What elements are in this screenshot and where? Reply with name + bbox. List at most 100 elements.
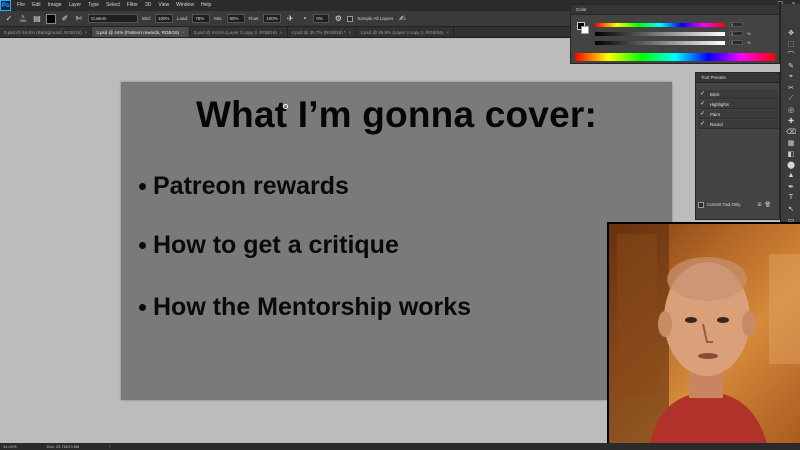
sample-all-layers-checkbox[interactable] xyxy=(347,15,354,22)
dodge-tool-icon[interactable]: ⬤ xyxy=(786,160,796,169)
preset-footer: Current Tool Only ⊞ 🗑 xyxy=(698,200,778,209)
document-tabs: 5.psd @ 46.8% (Background, RGB/16) × 3.ps… xyxy=(0,27,570,38)
doc-size: Doc: 23.7M/23.6M xyxy=(46,444,80,449)
smoothing-icon[interactable]: ◔ xyxy=(299,14,309,24)
menu-image[interactable]: Image xyxy=(48,0,62,11)
healing-tool-icon[interactable]: ⟋ xyxy=(786,94,796,103)
load-brush-icon[interactable]: ✐ xyxy=(60,14,70,24)
preset-label: Brick xyxy=(710,91,720,97)
new-preset-icon[interactable]: ⊞ xyxy=(757,202,761,208)
eraser-tool-icon[interactable]: ⌫ xyxy=(786,127,796,136)
wet-label: Wid: xyxy=(142,16,151,21)
hue-field[interactable]: 0 xyxy=(729,22,743,27)
type-tool-icon[interactable]: T xyxy=(786,193,796,202)
load-field[interactable]: 75% xyxy=(192,14,211,23)
clone-stamp-tool-icon[interactable]: ✚ xyxy=(786,116,796,125)
gradient-tool-icon[interactable]: ▦ xyxy=(786,138,796,147)
doc-tab-label: 3.psd @ 45.8% (Layer 3 copy 2, RGB/16) xyxy=(360,29,444,35)
menu-edit[interactable]: Edit xyxy=(32,0,41,11)
menu-type[interactable]: Type xyxy=(88,0,99,11)
preset-item[interactable]: ✓ Highlights xyxy=(698,100,778,109)
preset-label: Paint xyxy=(710,111,720,117)
color-panel-header: Color xyxy=(571,5,779,15)
mixer-combination-select[interactable]: Custom xyxy=(88,14,138,23)
doc-tab[interactable]: 3.psd @ 44.6% (Layer 3 copy 2, RGB/16) × xyxy=(190,27,288,37)
current-tool-only-checkbox[interactable] xyxy=(698,201,704,208)
settings-gear-icon[interactable]: ⚙ xyxy=(333,14,343,24)
close-tab-icon[interactable]: × xyxy=(349,30,352,35)
color-spectrum-bar[interactable] xyxy=(575,53,775,61)
close-tab-icon[interactable]: × xyxy=(446,30,449,35)
marquee-tool-icon[interactable]: ⬚ xyxy=(786,39,796,48)
preset-item[interactable]: ✓ Paint xyxy=(698,110,778,119)
brightness-slider[interactable] xyxy=(595,41,725,45)
crop-tool-icon[interactable]: ⌖ xyxy=(786,72,796,81)
slide-title: What I’m gonna cover: xyxy=(196,94,597,135)
flow-label: Flow: xyxy=(248,16,260,21)
close-tab-icon[interactable]: × xyxy=(182,30,185,35)
wet-field[interactable]: 100% xyxy=(155,14,173,23)
saturation-field[interactable]: 0 xyxy=(729,31,743,36)
bullet-dot-icon xyxy=(139,304,146,311)
flow-field[interactable]: 100% xyxy=(263,14,282,23)
doc-tab[interactable]: 3.psd @ 45.8% (Layer 3 copy 2, RGB/16) × xyxy=(356,27,454,37)
menu-help[interactable]: Help xyxy=(201,0,211,11)
canvas-workspace[interactable]: What I’m gonna cover: Patreon rewards Ho… xyxy=(0,38,695,443)
menu-filter[interactable]: Filter xyxy=(127,0,138,11)
tool-presets-title[interactable]: Tool Presets xyxy=(701,75,726,80)
bullet-dot-icon xyxy=(139,183,146,190)
zoom-level[interactable]: 44.04% xyxy=(3,444,17,449)
menu-window[interactable]: Window xyxy=(176,0,194,11)
doc-tab[interactable]: 4.psd @ 35.7% (RGB/16) * × xyxy=(288,27,357,37)
move-tool-icon[interactable]: ✥ xyxy=(786,28,796,37)
menu-layer[interactable]: Layer xyxy=(69,0,82,11)
lasso-tool-icon[interactable]: ⌒ xyxy=(786,50,796,59)
brightness-field[interactable]: 0 xyxy=(729,40,743,45)
presenter-video-frame xyxy=(609,224,800,450)
quick-select-tool-icon[interactable]: ✎ xyxy=(786,61,796,70)
clean-brush-icon[interactable]: ✄ xyxy=(74,14,84,24)
mixer-combination-value: Custom xyxy=(91,16,107,21)
current-color-swatch[interactable] xyxy=(46,13,56,24)
menu-view[interactable]: View xyxy=(158,0,169,11)
smoothing-field[interactable]: 0% xyxy=(313,14,330,23)
color-panel: Color 0 0 % 0 % xyxy=(570,4,780,64)
airbrush-icon[interactable]: ✈ xyxy=(285,14,295,24)
wet-value: 100% xyxy=(158,16,170,21)
brush-tool-icon[interactable]: ✓ xyxy=(4,14,14,24)
menu-file[interactable]: File xyxy=(17,0,25,11)
menu-3d[interactable]: 3D xyxy=(145,0,151,11)
blur-tool-icon[interactable]: ◧ xyxy=(786,149,796,158)
brush-preset-picker[interactable]: ✎ 300 xyxy=(18,14,28,24)
slide-bullet: How to get a critique xyxy=(139,231,399,260)
path-select-tool-icon[interactable]: ↖ xyxy=(786,204,796,213)
delete-preset-icon[interactable]: 🗑 xyxy=(765,202,771,208)
brush-panel-icon[interactable]: ▤ xyxy=(32,14,42,24)
brush-size-value: 300 xyxy=(19,17,27,23)
path-tool-icon[interactable]: ✒ xyxy=(786,182,796,191)
status-menu-arrow-icon[interactable]: › xyxy=(109,444,110,449)
photoshop-logo-icon[interactable]: Ps xyxy=(0,0,11,11)
close-tab-icon[interactable]: × xyxy=(85,30,88,35)
slide-bullet-text: How the Mentorship works xyxy=(153,293,472,321)
mix-field[interactable]: 90% xyxy=(226,14,245,23)
hue-value: 0 xyxy=(731,22,734,27)
webcam-overlay xyxy=(607,222,800,450)
saturation-value: 0 xyxy=(731,31,734,36)
color-panel-title[interactable]: Color xyxy=(576,7,587,12)
doc-tab-label: 3.psd @ 44.6% (Layer 3 copy 2, RGB/16) xyxy=(193,29,277,35)
doc-tab-active[interactable]: 3.psd @ 44% (Patreon rewards, RGB/16) × xyxy=(92,27,190,37)
menu-select[interactable]: Select xyxy=(106,0,120,11)
saturation-slider[interactable] xyxy=(595,32,725,36)
eyedropper-tool-icon[interactable]: ✂ xyxy=(786,83,796,92)
document-canvas[interactable]: What I’m gonna cover: Patreon rewards Ho… xyxy=(121,82,672,400)
doc-tab[interactable]: 5.psd @ 46.8% (Background, RGB/16) × xyxy=(0,27,93,37)
preset-item[interactable]: ✓ Round xyxy=(698,120,778,129)
preset-item[interactable]: ✓ Brick xyxy=(698,90,778,99)
brush-tool-icon[interactable]: ◎ xyxy=(786,105,796,114)
background-color-swatch[interactable] xyxy=(581,26,589,34)
pen-tool-icon[interactable]: ▲ xyxy=(786,171,796,180)
hue-slider[interactable] xyxy=(595,23,725,27)
pressure-icon[interactable]: ✍ xyxy=(397,14,407,24)
close-tab-icon[interactable]: × xyxy=(280,30,283,35)
